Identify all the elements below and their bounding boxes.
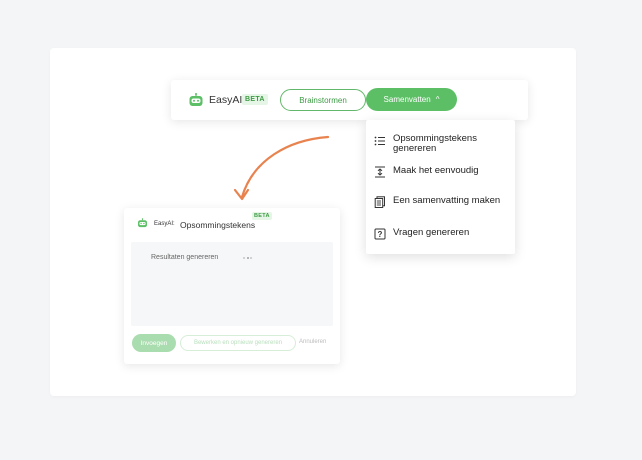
summarize-button[interactable]: Samenvatten ^ <box>366 88 457 111</box>
svg-text:?: ? <box>378 230 383 239</box>
cancel-link[interactable]: Annuleren <box>299 339 326 345</box>
summarize-dropdown-menu: Opsommingstekens genereren Maak het eenv… <box>366 120 515 254</box>
brand-name: EasyAI <box>209 94 243 106</box>
beta-badge: BETA <box>252 212 272 220</box>
result-area: Resultaten genereren <box>131 242 333 326</box>
status-text: Resultaten genereren <box>151 254 219 261</box>
robot-icon <box>189 93 203 106</box>
menu-item-label: Opsommingstekens genereren <box>393 133 477 154</box>
panel-title: Opsommingstekens <box>180 220 256 230</box>
loading-dots-icon <box>243 257 252 259</box>
chevron-up-icon: ^ <box>435 94 440 104</box>
easyai-result-panel: EasyAI: Opsommingstekens BETA Resultaten… <box>124 208 340 364</box>
insert-button[interactable]: Invoegen <box>132 334 176 352</box>
document-icon <box>374 196 385 208</box>
easyai-toolbar: EasyAI BETA Brainstormen Samenvatten ^ <box>171 80 528 120</box>
panel-brand: EasyAI: <box>154 221 175 227</box>
menu-item-label: Een samenvatting maken <box>393 195 501 206</box>
curved-arrow-icon <box>233 135 330 201</box>
brainstorm-button[interactable]: Brainstormen <box>280 89 366 111</box>
question-icon: ? <box>374 228 386 240</box>
beta-badge: BETA <box>242 94 268 105</box>
menu-item-label: Vragen genereren <box>393 227 470 238</box>
simplify-icon <box>375 166 385 178</box>
edit-regenerate-button[interactable]: Bewerken en opnieuw genereren <box>180 335 296 351</box>
summarize-label: Samenvatten <box>383 95 431 104</box>
list-icon <box>374 136 385 146</box>
menu-item-label: Maak het eenvoudig <box>393 165 479 176</box>
robot-icon <box>138 218 147 228</box>
